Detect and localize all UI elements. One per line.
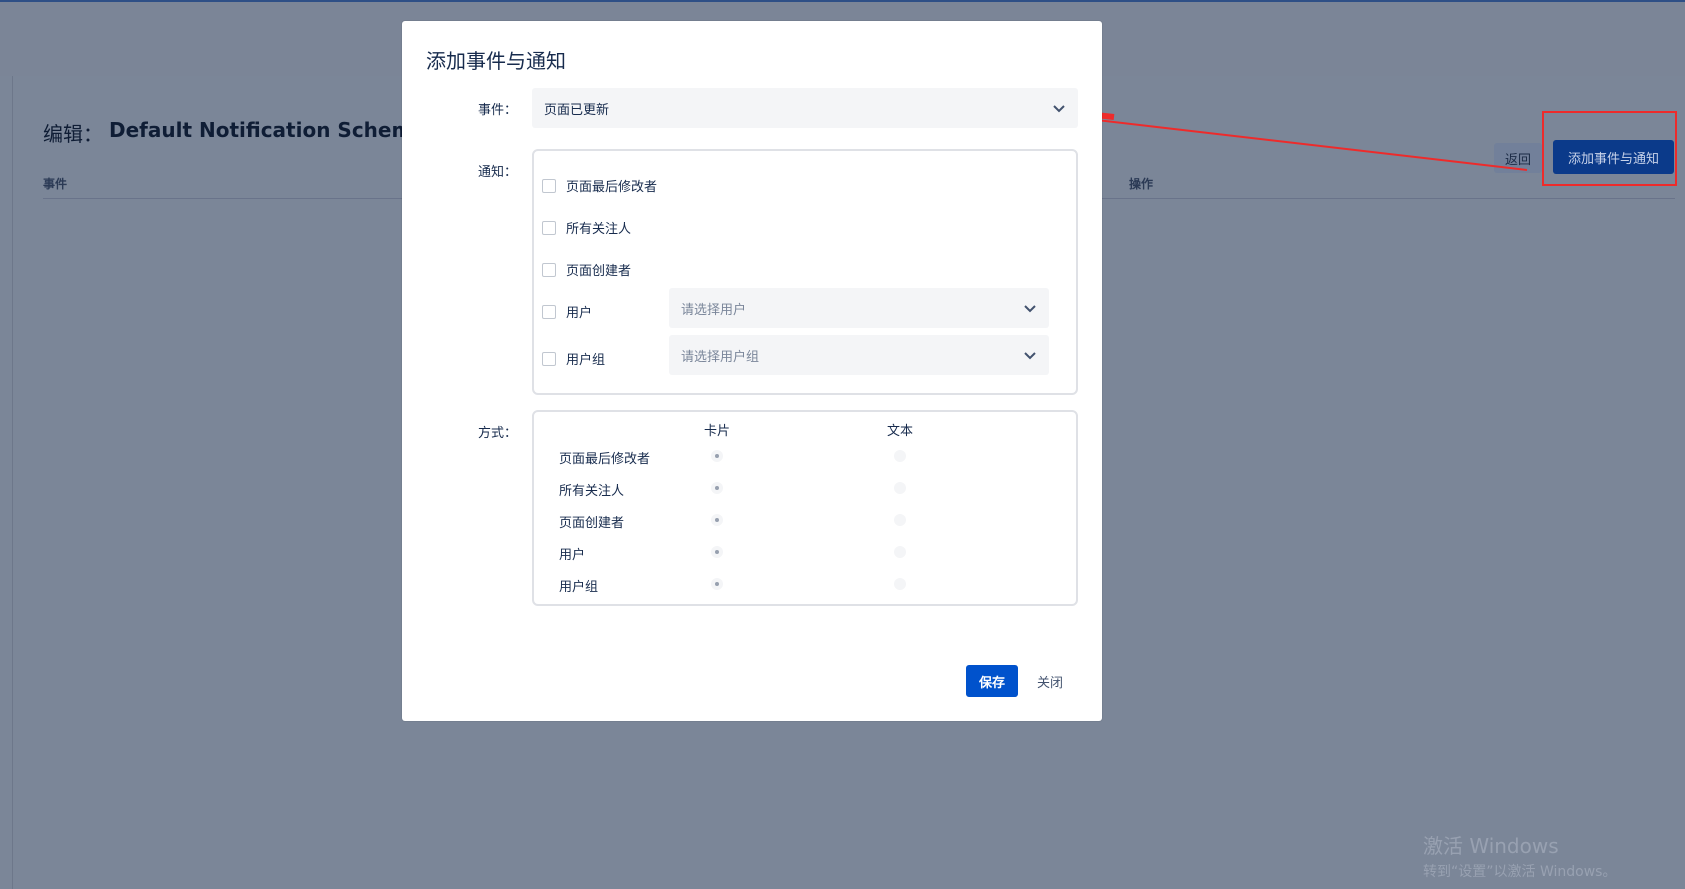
column-header-action: 操作 — [1129, 177, 1154, 191]
method-header-text: 文本 — [887, 424, 914, 439]
method-row-label: 用户组 — [559, 580, 599, 595]
method-header-card: 卡片 — [704, 424, 731, 439]
event-label: 事件： — [478, 103, 518, 118]
watermark-line1: 激活 Windows — [1423, 834, 1559, 858]
column-header-event: 事件 — [43, 177, 68, 191]
windows-activation-watermark: 激活 Windows 转到“设置”以激活 Windows。 — [1423, 830, 1616, 881]
checkbox[interactable] — [542, 220, 556, 235]
page-title-prefix: 编辑： — [43, 122, 103, 146]
close-button[interactable]: 关闭 — [1030, 665, 1070, 697]
radio-card-user-group[interactable] — [711, 578, 723, 590]
method-row-label: 用户 — [559, 548, 586, 563]
dialog-title: 添加事件与通知 — [426, 49, 566, 73]
page-title-scheme: Default Notification Scheme — [109, 118, 426, 142]
option-label: 所有关注人 — [566, 222, 632, 237]
annotation-highlight-box — [1542, 111, 1677, 186]
notify-option-last-modifier[interactable]: 页面最后修改者 — [542, 176, 657, 195]
radio-text-user[interactable] — [894, 546, 906, 558]
method-panel: 卡片 文本 页面最后修改者 所有关注人 页面创建者 用户 用户组 — [532, 410, 1078, 606]
radio-card-user[interactable] — [711, 546, 723, 558]
notify-option-user-group[interactable]: 用户组 — [542, 349, 605, 368]
notify-option-page-creator[interactable]: 页面创建者 — [542, 260, 631, 279]
notify-option-all-watchers[interactable]: 所有关注人 — [542, 218, 631, 237]
radio-text-page-creator[interactable] — [894, 514, 906, 526]
add-event-notification-dialog: 添加事件与通知 事件： 页面已更新 通知： 页面最后修改者 所有关注人 页面创建… — [402, 21, 1102, 721]
option-label: 页面创建者 — [566, 264, 632, 279]
radio-text-user-group[interactable] — [894, 578, 906, 590]
option-label: 用户 — [566, 306, 593, 321]
left-rail-divider — [12, 76, 13, 889]
back-button[interactable]: 返回 — [1494, 143, 1542, 173]
method-row-label: 页面最后修改者 — [559, 452, 651, 467]
page-title: 编辑： Default Notification Scheme — [43, 118, 426, 147]
radio-card-page-creator[interactable] — [711, 514, 723, 526]
option-label: 用户组 — [566, 353, 606, 368]
checkbox[interactable] — [542, 262, 556, 277]
checkbox[interactable] — [542, 304, 556, 319]
radio-card-last-modifier[interactable] — [711, 450, 723, 462]
option-label: 页面最后修改者 — [566, 180, 658, 195]
watermark-line2: 转到“设置”以激活 Windows。 — [1423, 864, 1617, 880]
checkbox[interactable] — [542, 178, 556, 193]
chevron-down-icon — [1053, 105, 1065, 113]
checkbox[interactable] — [542, 351, 556, 366]
notify-label: 通知： — [478, 165, 518, 180]
method-row-label: 页面创建者 — [559, 516, 625, 531]
radio-text-last-modifier[interactable] — [894, 450, 906, 462]
notify-panel: 页面最后修改者 所有关注人 页面创建者 用户 请选择用户 用户组 请选择用户组 — [532, 149, 1078, 395]
event-select-value: 页面已更新 — [544, 102, 610, 118]
user-group-select[interactable]: 请选择用户组 — [669, 335, 1049, 375]
user-group-select-placeholder: 请选择用户组 — [681, 349, 760, 365]
notify-option-user[interactable]: 用户 — [542, 302, 592, 321]
event-select[interactable]: 页面已更新 — [532, 88, 1078, 128]
radio-text-all-watchers[interactable] — [894, 482, 906, 494]
user-select-placeholder: 请选择用户 — [681, 302, 747, 318]
method-label: 方式： — [478, 426, 518, 441]
user-select[interactable]: 请选择用户 — [669, 288, 1049, 328]
method-row-label: 所有关注人 — [559, 484, 625, 499]
radio-card-all-watchers[interactable] — [711, 482, 723, 494]
chevron-down-icon — [1024, 305, 1036, 313]
save-button[interactable]: 保存 — [966, 665, 1018, 697]
chevron-down-icon — [1024, 352, 1036, 360]
